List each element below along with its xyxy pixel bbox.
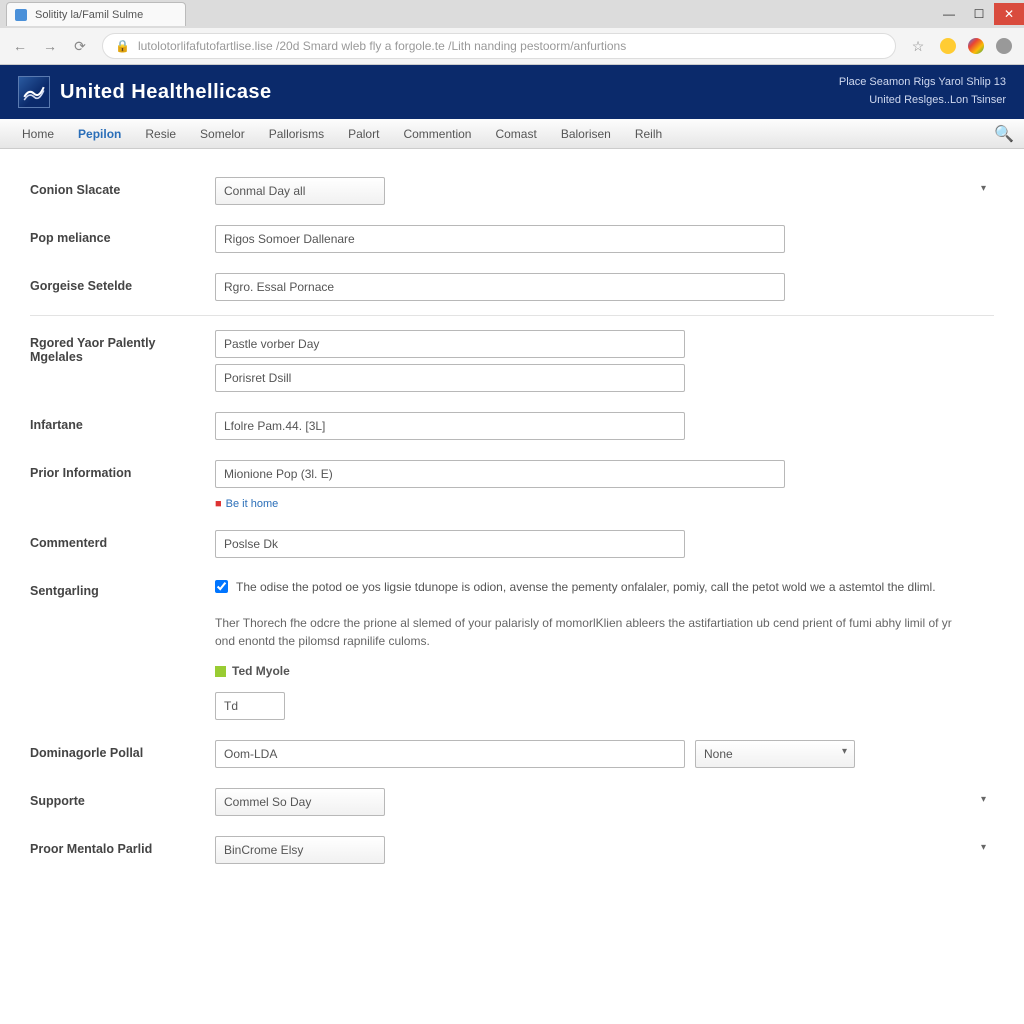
chrome-profile-icon[interactable] bbox=[968, 38, 984, 54]
extension-icon[interactable] bbox=[940, 38, 956, 54]
header-info-line2: United Reslges..Lon Tsinser bbox=[839, 92, 1006, 110]
input-rgored-2[interactable] bbox=[215, 364, 685, 392]
label-commenterd: Commenterd bbox=[30, 530, 215, 550]
label-proor: Proor Mentalo Parlid bbox=[30, 836, 215, 856]
extension-icons bbox=[940, 38, 1012, 54]
minimize-button[interactable]: — bbox=[934, 3, 964, 25]
back-icon[interactable]: ← bbox=[12, 38, 28, 54]
select-proor[interactable]: BinCrome Elsy bbox=[215, 836, 385, 864]
app-header: United Healthellicase Place Seamon Rigs … bbox=[0, 65, 1024, 119]
label-gorgeise: Gorgeise Setelde bbox=[30, 273, 215, 293]
form-content: Conion Slacate Conmal Day all Pop melian… bbox=[0, 149, 1024, 1024]
hint-link[interactable]: ■Be it home bbox=[215, 498, 994, 510]
nav-item-reilh[interactable]: Reilh bbox=[623, 119, 674, 149]
tab-title: Solitity la/Famil Sulme bbox=[35, 9, 143, 21]
nav-item-comast[interactable]: Comast bbox=[483, 119, 548, 149]
brand-name: United Healthellicase bbox=[60, 81, 272, 104]
address-bar: ← → ⟳ 🔒 lutolotorlifafutofartlise.lise /… bbox=[0, 28, 1024, 64]
label-infartane: Infartane bbox=[30, 412, 215, 432]
forward-icon[interactable]: → bbox=[42, 38, 58, 54]
divider bbox=[30, 315, 994, 316]
tab-favicon bbox=[15, 9, 27, 21]
input-small[interactable] bbox=[215, 692, 285, 720]
label-supporte: Supporte bbox=[30, 788, 215, 808]
nav-item-commention[interactable]: Commention bbox=[391, 119, 483, 149]
input-commenterd[interactable] bbox=[215, 530, 685, 558]
select-dominagorle[interactable]: None bbox=[695, 740, 855, 768]
nav-item-somelor[interactable]: Somelor bbox=[188, 119, 257, 149]
checkbox-text: The odise the potod oe yos ligsie tdunop… bbox=[236, 578, 936, 596]
nav-item-home[interactable]: Home bbox=[10, 119, 66, 149]
label-conion: Conion Slacate bbox=[30, 177, 215, 197]
browser-tab-bar: Solitity la/Famil Sulme — ☐ ✕ bbox=[0, 0, 1024, 28]
nav-item-resie[interactable]: Resie bbox=[133, 119, 188, 149]
menu-icon[interactable] bbox=[996, 38, 1012, 54]
select-supporte[interactable]: Commel So Day bbox=[215, 788, 385, 816]
badge-label: Ted Myole bbox=[232, 664, 290, 678]
brand-logo-icon bbox=[18, 76, 50, 108]
input-pop[interactable] bbox=[215, 225, 785, 253]
badge-square-icon bbox=[215, 666, 226, 677]
label-dominagorle: Dominagorle Pollal bbox=[30, 740, 215, 760]
window-controls: — ☐ ✕ bbox=[934, 3, 1024, 25]
maximize-button[interactable]: ☐ bbox=[964, 3, 994, 25]
input-infartane[interactable] bbox=[215, 412, 685, 440]
note-text: Ther Thorech fhe odcre the prione al sle… bbox=[215, 614, 975, 650]
nav-item-pepilon[interactable]: Pepilon bbox=[66, 119, 133, 149]
nav-item-pallorisms[interactable]: Pallorisms bbox=[257, 119, 336, 149]
input-dominagorle[interactable] bbox=[215, 740, 685, 768]
label-prior-info: Prior Information bbox=[30, 460, 215, 480]
checkbox-sentgarling[interactable] bbox=[215, 580, 228, 593]
label-pop: Pop meliance bbox=[30, 225, 215, 245]
header-info-line1: Place Seamon Rigs Yarol Shlip 13 bbox=[839, 74, 1006, 92]
nav-item-palort[interactable]: Palort bbox=[336, 119, 391, 149]
main-nav: Home Pepilon Resie Somelor Pallorisms Pa… bbox=[0, 119, 1024, 149]
star-icon[interactable]: ☆ bbox=[910, 38, 926, 54]
lock-icon: 🔒 bbox=[115, 39, 130, 53]
nav-search-icon[interactable]: 🔍 bbox=[994, 124, 1014, 144]
label-sentgarling: Sentgarling bbox=[30, 578, 215, 598]
input-rgored-1[interactable] bbox=[215, 330, 685, 358]
reload-icon[interactable]: ⟳ bbox=[72, 38, 88, 54]
url-text: lutolotorlifafutofartlise.lise /20d Smar… bbox=[138, 39, 626, 53]
input-prior-info[interactable] bbox=[215, 460, 785, 488]
select-conion[interactable]: Conmal Day all bbox=[215, 177, 385, 205]
browser-tab[interactable]: Solitity la/Famil Sulme bbox=[6, 2, 186, 26]
url-field[interactable]: 🔒 lutolotorlifafutofartlise.lise /20d Sm… bbox=[102, 33, 896, 59]
nav-item-balorisen[interactable]: Balorisen bbox=[549, 119, 623, 149]
input-gorgeise[interactable] bbox=[215, 273, 785, 301]
label-rgored: Rgored Yaor Palently Mgelales bbox=[30, 330, 215, 364]
close-button[interactable]: ✕ bbox=[994, 3, 1024, 25]
